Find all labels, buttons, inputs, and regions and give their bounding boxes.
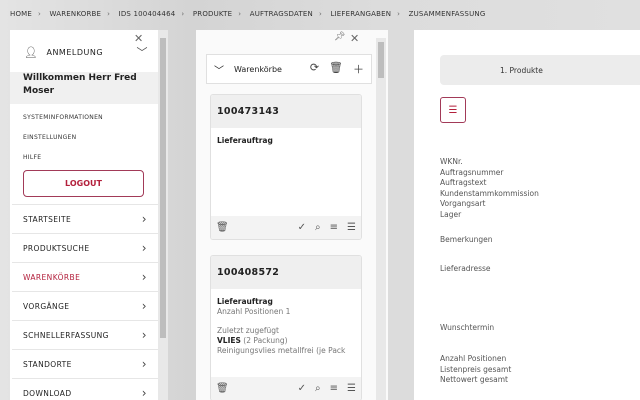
check-circle-icon[interactable]: ✓ <box>298 383 306 394</box>
chevron-down-icon[interactable]: ﹀ <box>137 44 149 60</box>
trash-icon[interactable]: 🗑︎ <box>329 61 343 77</box>
cart-panel: 📌︎ ✕ ﹀ Warenkörbe ⟳ 🗑︎ ＋ 100473143 Liefera… <box>196 30 388 400</box>
cart-title: Warenkörbe <box>234 64 282 74</box>
breadcrumb: HOME › WARENKORBE › IDS 100404464 › PRODUKT… <box>10 10 486 18</box>
check-circle-icon[interactable]: ✓ <box>298 222 306 233</box>
breadcrumb-home[interactable]: HOME <box>10 10 32 18</box>
cart-positions: Anzahl Positionen 1 <box>217 307 291 316</box>
label-lieferadresse: Lieferadresse <box>440 264 491 273</box>
welcome-text: Willkommen Herr Fred Moser <box>10 72 158 104</box>
chevron-down-icon[interactable]: ﹀ <box>214 62 224 77</box>
breadcrumb-ids[interactable]: IDS 100404464 <box>119 10 176 18</box>
chevron-right-icon: › <box>141 386 147 400</box>
breadcrumb-lieferangaben[interactable]: LIEFERANGABEN <box>330 10 391 18</box>
cart-type: Lieferauftrag <box>217 297 273 306</box>
pin-icon[interactable]: 📌︎ <box>334 32 345 42</box>
link-hilfe[interactable]: HILFE <box>23 154 41 161</box>
label-bemerkungen: Bemerkungen <box>440 235 493 244</box>
nav-label: STANDORTE <box>23 359 72 369</box>
login-label: ANMELDUNG <box>46 47 104 57</box>
breadcrumb-auftragsdaten[interactable]: AUFTRAGSDATEN <box>250 10 313 18</box>
search-icon[interactable]: ⌕ <box>315 383 321 394</box>
product-qty: (2 Packung) <box>243 336 288 345</box>
chevron-right-icon: › <box>141 299 147 313</box>
summary-panel: 1. Produkte ☰ WKNr. Auftragsnummer Auftr… <box>414 30 640 400</box>
label-kommission: Kundenstammkommission <box>440 188 539 198</box>
left-scrollbar[interactable] <box>158 30 168 400</box>
nav-label: PRODUKTSUCHE <box>23 243 90 253</box>
cart-number: 100473143 <box>211 95 361 128</box>
nav-label: STARTSEITE <box>23 214 72 224</box>
nav-schnellerfassung[interactable]: SCHNELLERFASSUNG › <box>12 320 158 349</box>
side-menu-panel: ✕ 👤︎ ANMELDUNG ﹀ Willkommen Herr Fred Mo… <box>10 30 168 400</box>
list-icon[interactable]: ☰ <box>347 222 356 233</box>
cart-card[interactable]: 100408572 Lieferauftrag Anzahl Positione… <box>210 255 362 400</box>
label-lager: Lager <box>440 209 462 219</box>
step-produkte[interactable]: 1. Produkte <box>440 55 640 85</box>
link-einstellungen[interactable]: EINSTELLUNGEN <box>23 134 76 141</box>
login-section[interactable]: 👤︎ ANMELDUNG ﹀ <box>24 44 148 60</box>
nav-label: SCHNELLERFASSUNG <box>23 330 109 340</box>
sort-icon[interactable]: ≡ <box>330 383 338 394</box>
plus-icon[interactable]: ＋ <box>353 61 364 77</box>
breadcrumb-zusammenfassung[interactable]: ZUSAMMENFASSUNG <box>409 10 486 18</box>
nav-standorte[interactable]: STANDORTE › <box>12 349 158 378</box>
label-anzahl-positionen: Anzahl Positionen <box>440 354 507 363</box>
breadcrumb-produkte[interactable]: PRODUKTE <box>193 10 232 18</box>
user-icon: 👤︎ <box>24 45 39 59</box>
list-icon[interactable]: ☰ <box>440 97 466 123</box>
cart-number: 100408572 <box>211 256 361 289</box>
chevron-right-icon: › <box>141 270 147 284</box>
sort-icon[interactable]: ≡ <box>330 222 338 233</box>
last-added-label: Zuletzt zugefügt <box>217 326 279 335</box>
trash-icon[interactable]: 🗑︎ <box>216 222 229 233</box>
breadcrumb-warenkorbe[interactable]: WARENKORBE <box>49 10 101 18</box>
cart-type: Lieferauftrag <box>217 136 273 145</box>
product-name: VLIES <box>217 336 241 345</box>
nav-produktsuche[interactable]: PRODUKTSUCHE › <box>12 233 158 262</box>
product-desc: Reinigungsvlies metallfrei (je Pack <box>217 346 346 355</box>
nav-download[interactable]: DOWNLOAD › <box>12 378 158 400</box>
label-wknr: WKNr. <box>440 157 463 166</box>
label-auftragstext: Auftragstext <box>440 178 487 187</box>
nav-label: DOWNLOAD <box>23 388 72 398</box>
label-listenpreis: Listenpreis gesamt <box>440 364 512 374</box>
chevron-right-icon: › <box>141 212 147 226</box>
nav-label: WARENKÖRBE <box>23 272 81 282</box>
chevron-right-icon: › <box>141 328 147 342</box>
list-icon[interactable]: ☰ <box>347 383 356 394</box>
close-icon[interactable]: ✕ <box>350 32 359 45</box>
nav-warenkorbe[interactable]: WARENKÖRBE › <box>12 262 158 291</box>
nav-label: VORGÄNGE <box>23 301 70 311</box>
mid-scrollbar[interactable] <box>376 38 386 400</box>
chevron-right-icon: › <box>141 241 147 255</box>
label-auftragsnummer: Auftragsnummer <box>440 167 504 177</box>
label-nettowert: Nettowert gesamt <box>440 375 508 384</box>
label-vorgangsart: Vorgangsart <box>440 199 486 208</box>
cart-card[interactable]: 100473143 Lieferauftrag 🗑︎ ✓ ⌕ ≡ ☰ <box>210 94 362 240</box>
link-systeminformationen[interactable]: SYSTEMINFORMATIONEN <box>23 114 103 121</box>
refresh-icon[interactable]: ⟳ <box>310 61 319 77</box>
chevron-right-icon: › <box>141 357 147 371</box>
nav-startseite[interactable]: STARTSEITE › <box>12 204 158 233</box>
cart-header: ﹀ Warenkörbe ⟳ 🗑︎ ＋ <box>206 54 372 84</box>
nav-vorgange[interactable]: VORGÄNGE › <box>12 291 158 320</box>
logout-button[interactable]: LOGOUT <box>23 170 144 197</box>
label-wunschtermin: Wunschtermin <box>440 323 495 332</box>
trash-icon[interactable]: 🗑︎ <box>216 383 229 394</box>
search-icon[interactable]: ⌕ <box>315 222 321 233</box>
main-nav: STARTSEITE › PRODUKTSUCHE › WARENKÖRBE › VO… <box>12 204 158 400</box>
